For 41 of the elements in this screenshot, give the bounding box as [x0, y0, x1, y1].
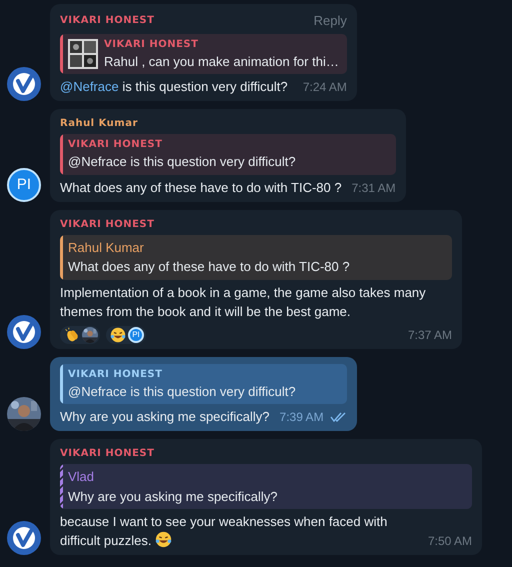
reply-quote[interactable]: VIKARI HONEST @Nefrace is this question very difficult?	[60, 364, 347, 404]
sender-name[interactable]: Rahul Kumar	[60, 116, 138, 131]
timestamp: 7:39 AM	[280, 409, 324, 426]
quoted-sender: Vlad	[68, 468, 96, 486]
quoted-text: What does any of these have to do with TIC-80 ?	[68, 258, 350, 276]
quoted-text: Why are you asking me specifically?	[68, 488, 278, 506]
reaction-chip[interactable]: PI	[106, 326, 146, 344]
logo-icon	[7, 521, 41, 555]
reply-quote[interactable]: VIKARI HONEST Rahul , can you make animation for thi…	[60, 34, 347, 74]
quoted-sender: VIKARI HONEST	[68, 368, 164, 382]
message-text: Implementation of a book in a game, the game also takes many themes from the book and it will be the best game.	[60, 284, 427, 320]
sender-name[interactable]: VIKARI HONEST	[60, 446, 154, 461]
reply-quote[interactable]: Rahul Kumar What does any of these have to do with TIC-80 ?	[60, 234, 452, 280]
timestamp: 7:24 AM	[302, 79, 347, 96]
message-text: What does any of these have to do with TIC-80 ?	[60, 178, 342, 196]
logo-icon	[7, 67, 41, 101]
clapping-hands-icon	[64, 326, 80, 342]
reaction-chip[interactable]	[60, 326, 100, 344]
quoted-sender: Rahul Kumar	[68, 238, 145, 256]
mention-link[interactable]: @Nefrace	[60, 79, 119, 94]
message-text: @Nefrace is this question very difficult?	[60, 78, 288, 96]
reply-quote[interactable]: Vlad Why are you asking me specifically?	[60, 464, 472, 509]
timestamp: 7:31 AM	[352, 180, 396, 196]
timestamp: 7:50 AM	[428, 533, 472, 550]
message-text: Why are you asking me specifically?	[60, 408, 270, 426]
quoted-text: Rahul , can you make animation for thi…	[104, 52, 339, 71]
quoted-sender: VIKARI HONEST	[104, 38, 200, 52]
logo-icon	[7, 314, 41, 348]
sender-name[interactable]: VIKARI HONEST	[60, 13, 154, 28]
quoted-text: @Nefrace is this question very difficult?	[68, 153, 296, 171]
reply-quote[interactable]: VIKARI HONEST @Nefrace is this question very difficult?	[60, 134, 396, 174]
timestamp: 7:37 AM	[408, 326, 452, 344]
sender-name[interactable]: VIKARI HONEST	[60, 216, 154, 232]
avatar: PI	[128, 326, 144, 342]
laughing-face-icon	[110, 326, 126, 342]
quoted-sender: VIKARI HONEST	[68, 138, 164, 152]
laughing-face-icon	[155, 531, 172, 548]
avatar: PI	[7, 168, 41, 202]
reply-button[interactable]: Reply	[314, 11, 347, 30]
quoted-text: @Nefrace is this question very difficult?	[68, 382, 296, 401]
message-text: because I want to see your weaknesses when faced with difficult puzzles.	[60, 513, 388, 550]
